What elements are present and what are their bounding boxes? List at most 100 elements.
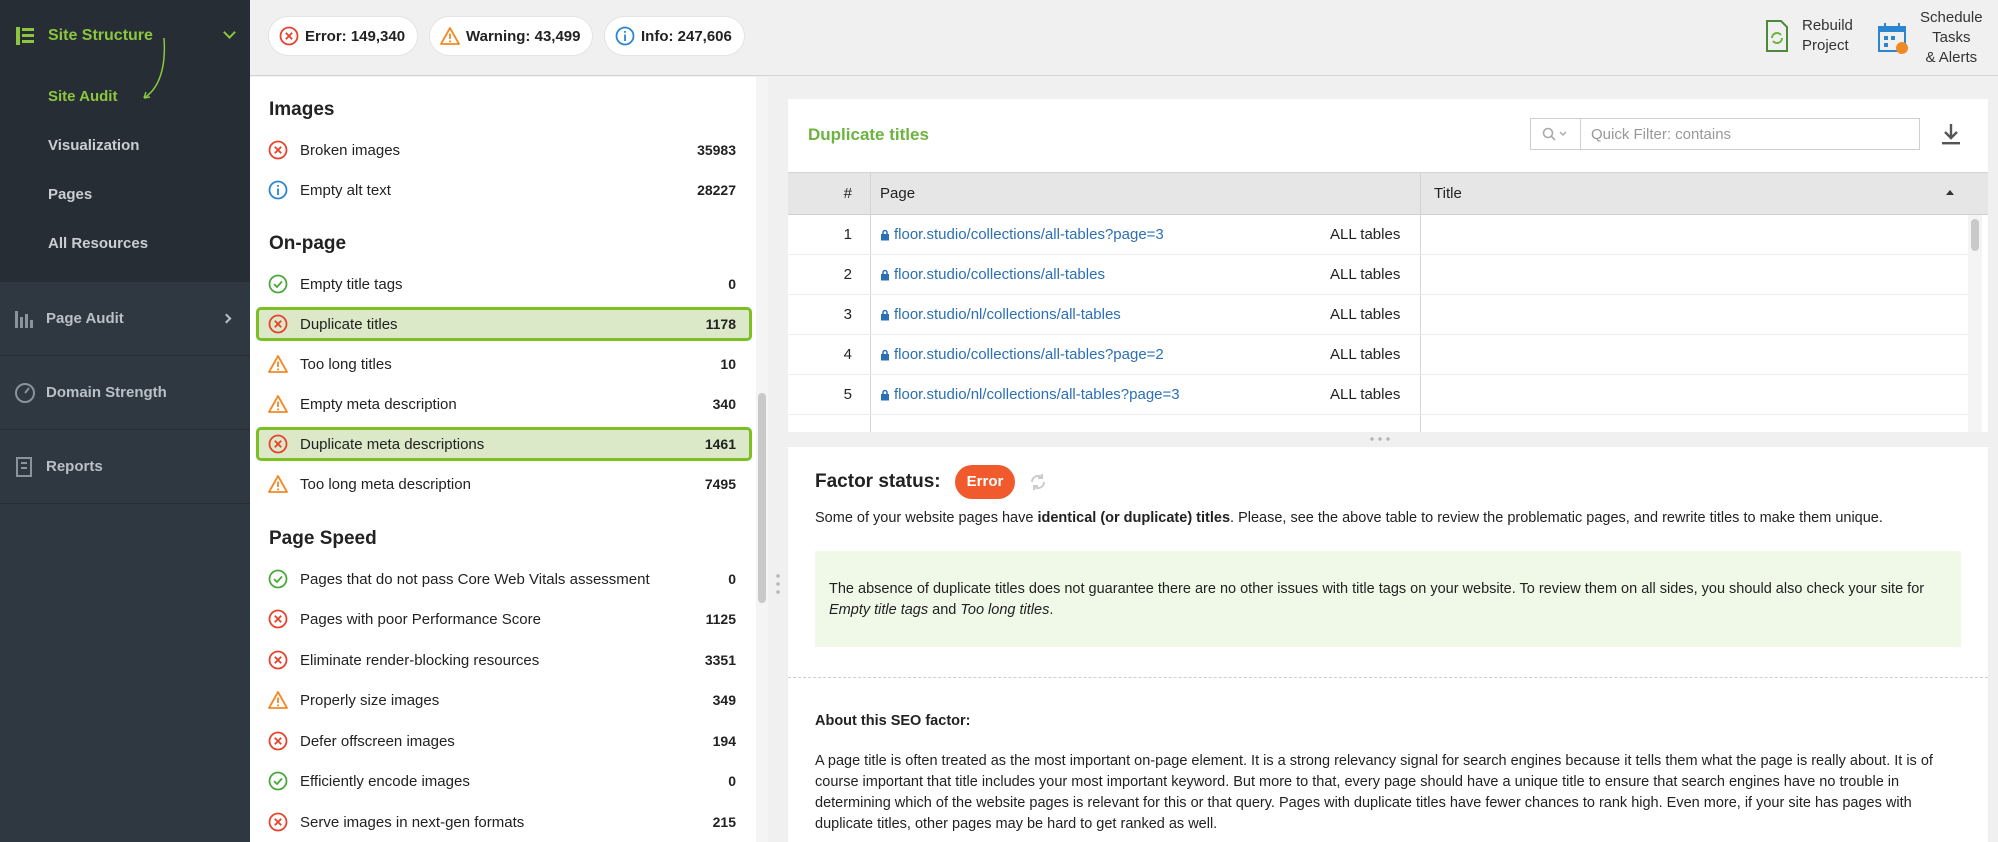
error-icon xyxy=(268,140,288,160)
issue-count: 215 xyxy=(712,814,736,830)
issue-name: Too long meta description xyxy=(300,475,471,493)
issue-row-empty-alt-text[interactable]: Empty alt text 28227 xyxy=(256,174,752,206)
page-link[interactable]: floor.studio/nl/collections/all-tables?p… xyxy=(880,386,1180,403)
tip-link-empty-title-tags[interactable]: Empty title tags xyxy=(829,602,928,618)
issue-count: 1461 xyxy=(704,436,736,452)
issue-count: 10 xyxy=(720,356,736,372)
table-row[interactable]: 3 floor.studio/nl/collections/all-tables… xyxy=(788,295,1968,335)
error-icon xyxy=(268,609,288,629)
issue-count: 28227 xyxy=(697,182,736,198)
issue-count: 0 xyxy=(728,773,736,789)
tip-box: The absence of duplicate titles does not… xyxy=(815,551,1961,647)
download-icon[interactable] xyxy=(1938,121,1964,147)
issue-row-poor-performance-score[interactable]: Pages with poor Performance Score 1125 xyxy=(256,603,752,635)
page-link[interactable]: floor.studio/collections/all-tables?page… xyxy=(880,346,1164,363)
table-row-partial[interactable] xyxy=(788,415,1968,432)
horizontal-splitter[interactable] xyxy=(788,432,1988,447)
info-icon xyxy=(615,26,635,46)
page-url: floor.studio/nl/collections/all-tables?p… xyxy=(894,386,1180,403)
sidebar-header-site-structure[interactable]: Site Structure xyxy=(0,0,250,99)
warning-icon xyxy=(440,27,460,45)
page-link[interactable]: floor.studio/nl/collections/all-tables xyxy=(880,306,1121,323)
gauge-icon xyxy=(14,382,36,404)
schedule-label-line2: Tasks xyxy=(1932,29,1971,46)
issue-name: Efficiently encode images xyxy=(300,772,470,790)
error-icon xyxy=(268,731,288,751)
info-count-pill[interactable]: Info: 247,606 xyxy=(605,17,744,55)
tip-link-too-long-titles[interactable]: Too long titles xyxy=(960,602,1049,618)
sidebar-item-page-audit[interactable]: Page Audit xyxy=(0,282,250,356)
issue-row-too-long-titles[interactable]: Too long titles 10 xyxy=(256,348,752,380)
page-link[interactable]: floor.studio/collections/all-tables?page… xyxy=(880,226,1164,243)
column-header-label: Title xyxy=(1434,185,1462,202)
table-row[interactable]: 4 floor.studio/collections/all-tables?pa… xyxy=(788,335,1968,375)
issue-count: 35983 xyxy=(697,142,736,158)
issue-name: Too long titles xyxy=(300,355,392,373)
schedule-label-line3: & Alerts xyxy=(1925,49,1978,66)
issue-row-defer-offscreen-images[interactable]: Defer offscreen images 194 xyxy=(256,725,752,757)
scrollbar-thumb[interactable] xyxy=(758,393,766,603)
page-link[interactable]: floor.studio/collections/all-tables xyxy=(880,266,1105,283)
page-url: floor.studio/nl/collections/all-tables xyxy=(894,306,1121,323)
calendar-alert-icon xyxy=(1878,23,1908,54)
filter-options-button[interactable] xyxy=(1531,119,1581,149)
table-row[interactable]: 5 floor.studio/nl/collections/all-tables… xyxy=(788,375,1968,415)
factor-status-label: Factor status: xyxy=(815,471,941,492)
table-row[interactable]: 2 floor.studio/collections/all-tables AL… xyxy=(788,255,1968,295)
warning-icon xyxy=(268,355,288,373)
column-header-page[interactable]: Page xyxy=(870,173,1420,215)
search-icon xyxy=(1542,127,1566,141)
issues-scrollbar[interactable] xyxy=(756,77,768,842)
sidebar-item-label: Page Audit xyxy=(46,310,124,327)
issue-name: Defer offscreen images xyxy=(300,732,455,750)
page-url: floor.studio/collections/all-tables xyxy=(894,266,1105,283)
issue-row-too-long-meta-description[interactable]: Too long meta description 7495 xyxy=(256,468,752,500)
warning-count-pill[interactable]: Warning: 43,499 xyxy=(430,17,593,55)
issue-row-efficiently-encode-images[interactable]: Efficiently encode images 0 xyxy=(256,765,752,797)
sidebar-item-reports[interactable]: Reports xyxy=(0,430,250,504)
error-count-pill[interactable]: Error: 149,340 xyxy=(269,17,418,55)
issue-name: Properly size images xyxy=(300,691,440,709)
details-panel: Duplicate titles # Page Title 1 floor.st… xyxy=(788,99,1988,842)
schedule-tasks-button[interactable]: Schedule Tasks & Alerts xyxy=(1876,8,1983,68)
issue-count: 0 xyxy=(728,571,736,587)
bar-chart-icon xyxy=(14,308,36,330)
tip-text: and xyxy=(928,602,961,618)
error-icon xyxy=(268,650,288,670)
rebuild-project-button[interactable]: Rebuild Project xyxy=(1762,16,1853,56)
issue-row-duplicate-titles[interactable]: Duplicate titles 1178 xyxy=(256,307,752,341)
lock-icon xyxy=(881,229,889,240)
issue-row-empty-title-tags[interactable]: Empty title tags 0 xyxy=(256,268,752,300)
sidebar-item-site-audit[interactable]: Site Audit xyxy=(0,72,250,121)
issue-row-next-gen-formats[interactable]: Serve images in next-gen formats 215 xyxy=(256,806,752,838)
sidebar-item-domain-strength[interactable]: Domain Strength xyxy=(0,356,250,430)
issue-row-broken-images[interactable]: Broken images 35983 xyxy=(256,134,752,166)
table-scrollbar[interactable] xyxy=(1968,215,1982,432)
desc-bold: identical (or duplicate) titles xyxy=(1037,510,1231,526)
column-header-num[interactable]: # xyxy=(788,173,870,215)
vertical-splitter[interactable] xyxy=(768,77,788,842)
issue-row-empty-meta-description[interactable]: Empty meta description 340 xyxy=(256,388,752,420)
issue-row-core-web-vitals[interactable]: Pages that do not pass Core Web Vitals a… xyxy=(256,563,752,595)
refresh-icon[interactable] xyxy=(1027,471,1049,493)
page-title-cell: ALL tables xyxy=(1330,386,1401,403)
issue-count: 349 xyxy=(712,692,736,708)
issue-name: Empty alt text xyxy=(300,181,391,199)
scrollbar-thumb[interactable] xyxy=(1971,219,1979,251)
splitter-handle-icon xyxy=(776,572,780,596)
column-header-title[interactable]: Title xyxy=(1420,173,1968,215)
row-number: 3 xyxy=(843,306,852,323)
row-number: 4 xyxy=(843,346,852,363)
issue-row-render-blocking[interactable]: Eliminate render-blocking resources 3351 xyxy=(256,644,752,676)
issue-count: 3351 xyxy=(704,652,736,668)
issue-row-duplicate-meta-descriptions[interactable]: Duplicate meta descriptions 1461 xyxy=(256,427,752,461)
quick-filter-input[interactable] xyxy=(1581,120,1901,148)
sidebar-item-visualization[interactable]: Visualization xyxy=(0,121,250,170)
sidebar-item-pages[interactable]: Pages xyxy=(0,170,250,219)
issue-row-properly-size-images[interactable]: Properly size images 349 xyxy=(256,684,752,716)
sidebar-item-label: Reports xyxy=(46,458,103,475)
table-row[interactable]: 1 floor.studio/collections/all-tables?pa… xyxy=(788,215,1968,255)
error-count-label: Error: 149,340 xyxy=(305,27,406,45)
sidebar-item-all-resources[interactable]: All Resources xyxy=(0,219,250,268)
section-title-on-page: On-page xyxy=(269,233,347,254)
